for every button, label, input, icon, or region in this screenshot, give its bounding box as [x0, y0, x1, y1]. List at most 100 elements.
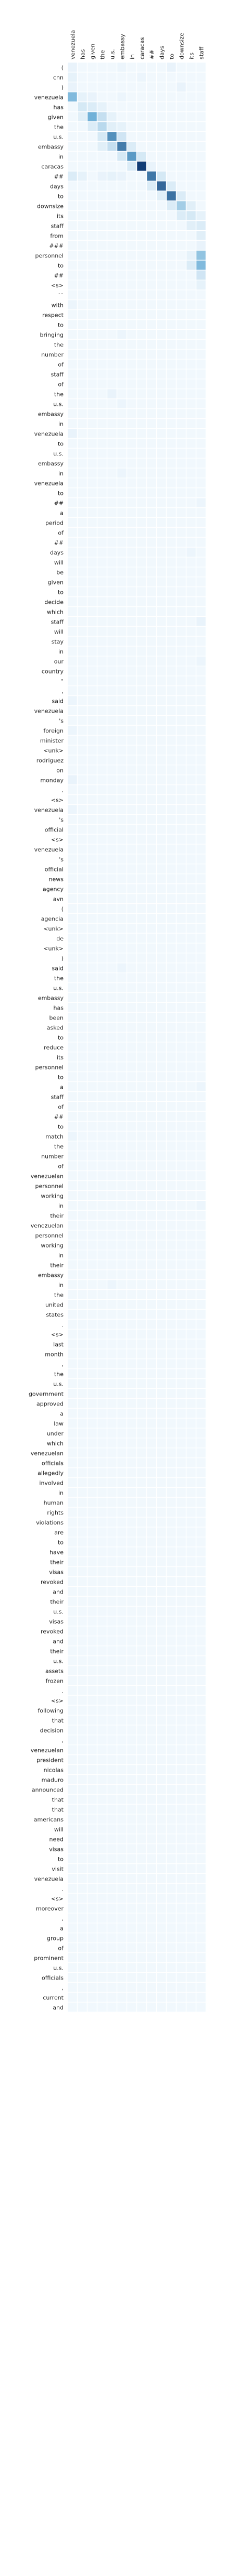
heatmap-cell: [166, 1824, 177, 1834]
heatmap-cell: [196, 428, 206, 439]
heatmap-cell: [176, 1893, 186, 1903]
heatmap-cell: [77, 428, 87, 439]
heatmap-cell: [117, 933, 127, 943]
heatmap-cell: [127, 72, 137, 82]
heatmap-cell: [67, 1784, 78, 1795]
heatmap-cell: [146, 1339, 157, 1349]
heatmap-cell: [176, 725, 186, 736]
heatmap-cell: [196, 1616, 206, 1626]
heatmap-cell: [146, 389, 157, 399]
heatmap-cell: [127, 973, 137, 983]
y-tick-label: staff: [51, 223, 64, 230]
heatmap-cell: [146, 1458, 157, 1468]
heatmap-cell: [67, 735, 78, 745]
heatmap-cell: [186, 1210, 196, 1221]
heatmap-cell: [166, 369, 177, 379]
heatmap-cell: [166, 775, 177, 785]
heatmap-cell: [67, 339, 78, 350]
heatmap-cell: [87, 1022, 97, 1032]
heatmap-cell: [107, 1022, 117, 1032]
heatmap-cell: [166, 1309, 177, 1320]
heatmap-cell: [67, 1279, 78, 1290]
heatmap-cell: [77, 1467, 87, 1478]
heatmap-cell: [87, 1537, 97, 1547]
heatmap-cell: [166, 1923, 177, 1933]
heatmap-cell: [127, 1972, 137, 1983]
heatmap-cell: [166, 329, 177, 340]
heatmap-cell: [146, 992, 157, 1003]
heatmap-cell: [176, 339, 186, 350]
heatmap-cell: [67, 745, 78, 755]
heatmap-cell: [176, 300, 186, 310]
heatmap-cell: [107, 814, 117, 825]
heatmap-cell: [196, 1497, 206, 1508]
heatmap-cell: [136, 656, 147, 666]
heatmap-cell: [117, 824, 127, 835]
y-tick-label: embassy: [38, 995, 64, 1002]
heatmap-cell: [156, 359, 167, 369]
heatmap-cell: [176, 1240, 186, 1250]
heatmap-cell: [196, 230, 206, 241]
heatmap-cell: [136, 1933, 147, 1943]
heatmap-cell: [196, 1458, 206, 1468]
heatmap-cell: [166, 1230, 177, 1240]
heatmap-cell: [97, 1002, 107, 1013]
heatmap-cell: [196, 181, 206, 191]
heatmap-cell: [117, 141, 127, 152]
heatmap-cell: [166, 1359, 177, 1369]
heatmap-cell: [97, 379, 107, 389]
heatmap-cell: [196, 349, 206, 359]
heatmap-cell: [176, 458, 186, 468]
heatmap-cell: [196, 1190, 206, 1201]
heatmap-cell: [127, 62, 137, 72]
heatmap-cell: [146, 527, 157, 538]
heatmap-cell: [67, 408, 78, 419]
heatmap-cell: [67, 953, 78, 963]
heatmap-cell: [127, 1052, 137, 1062]
heatmap-cell: [186, 1467, 196, 1478]
heatmap-cell: [117, 596, 127, 607]
heatmap-cell: [186, 1547, 196, 1557]
x-tick-label: days: [159, 46, 166, 59]
y-tick-label: have: [49, 1549, 64, 1556]
heatmap-cell: [97, 616, 107, 627]
heatmap-cell: [176, 1952, 186, 1963]
heatmap-cell: [127, 1289, 137, 1300]
heatmap-cell: [77, 686, 87, 696]
heatmap-cell: [166, 1042, 177, 1052]
heatmap-cell: [67, 1646, 78, 1656]
heatmap-cell: [87, 537, 97, 547]
heatmap-cell: [127, 1062, 137, 1072]
heatmap-cell: [176, 1596, 186, 1607]
heatmap-cell: [156, 1270, 167, 1280]
heatmap-cell: [156, 1636, 167, 1646]
heatmap-cell: [67, 1210, 78, 1221]
y-tick-label: working: [41, 1193, 64, 1200]
heatmap-cell: [117, 270, 127, 280]
heatmap-cell: [67, 1972, 78, 1983]
heatmap-cell: [166, 1299, 177, 1310]
heatmap-cell: [117, 1566, 127, 1577]
heatmap-cell: [107, 1497, 117, 1508]
heatmap-cell: [146, 280, 157, 290]
heatmap-cell: [87, 844, 97, 854]
heatmap-cell: [166, 1448, 177, 1458]
heatmap-cell: [186, 1685, 196, 1696]
heatmap-cell: [176, 1557, 186, 1567]
heatmap-cell: [196, 141, 206, 152]
heatmap-cell: [77, 1161, 87, 1171]
heatmap-cell: [166, 260, 177, 270]
heatmap-cell: [87, 973, 97, 983]
heatmap-cell: [186, 478, 196, 488]
heatmap-cell: [166, 1032, 177, 1042]
heatmap-cell: [87, 468, 97, 478]
heatmap-cell: [107, 2002, 117, 2012]
heatmap-cell: [156, 943, 167, 953]
heatmap-cell: [176, 1388, 186, 1399]
heatmap-cell: [127, 1863, 137, 1874]
heatmap-cell: [146, 1349, 157, 1359]
heatmap-cell: [87, 1972, 97, 1983]
heatmap-cell: [146, 1161, 157, 1171]
heatmap-cell: [136, 1319, 147, 1329]
heatmap-cell: [186, 745, 196, 755]
